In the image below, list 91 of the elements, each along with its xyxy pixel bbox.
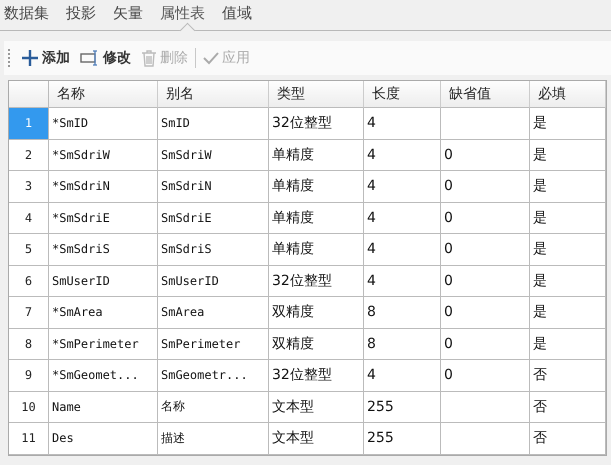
table-cell: 8 <box>364 297 441 328</box>
table-cell: 文本型 <box>269 392 364 423</box>
table-cell: 0 <box>441 266 530 297</box>
table-cell: 是 <box>530 171 606 202</box>
column-header[interactable]: 必填 <box>530 81 606 108</box>
table-cell: 单精度 <box>269 234 364 266</box>
table-cell: 255 <box>364 423 441 454</box>
table-cell: 单精度 <box>269 171 364 202</box>
table-cell: 是 <box>530 140 606 171</box>
table-cell: 否 <box>530 360 606 392</box>
checkmark-icon <box>203 51 219 65</box>
table-cell: 是 <box>530 234 606 266</box>
tab[interactable]: 矢量 <box>113 0 152 30</box>
table-cell: *SmArea <box>49 297 158 328</box>
tab[interactable]: 数据集 <box>4 0 58 30</box>
table-cell: 255 <box>364 392 441 423</box>
edit-button[interactable]: 修改 <box>77 47 134 69</box>
table-cell: 否 <box>530 392 606 423</box>
table-cell: SmPerimeter <box>158 328 269 360</box>
table-cell: 描述 <box>158 423 269 454</box>
table-cell: 双精度 <box>269 297 364 328</box>
row-header[interactable]: 10 <box>9 392 49 423</box>
table-cell: 4 <box>364 360 441 392</box>
table-cell: SmID <box>158 108 269 140</box>
tab[interactable]: 属性表 <box>160 0 214 30</box>
table-cell: 0 <box>441 171 530 202</box>
table-cell: *SmPerimeter <box>49 328 158 360</box>
table-cell: 是 <box>530 202 606 234</box>
table-cell: 4 <box>364 266 441 297</box>
table-cell: *SmGeomet... <box>49 360 158 392</box>
table-cell: SmUserID <box>49 266 158 297</box>
column-header[interactable]: 长度 <box>364 81 441 108</box>
table-cell: SmSdriW <box>158 140 269 171</box>
table-cell: 32位整型 <box>269 360 364 392</box>
table-cell: 是 <box>530 108 606 140</box>
row-header[interactable]: 2 <box>9 140 49 171</box>
column-header[interactable]: 缺省值 <box>441 81 530 108</box>
plus-icon <box>21 49 39 67</box>
row-header[interactable]: 3 <box>9 171 49 202</box>
table-cell: 是 <box>530 266 606 297</box>
table-cell: 0 <box>441 360 530 392</box>
table-cell: Des <box>49 423 158 454</box>
table-cell: SmGeometr... <box>158 360 269 392</box>
table-cell: 文本型 <box>269 423 364 454</box>
table-cell: 32位整型 <box>269 108 364 140</box>
table-cell: Name <box>49 392 158 423</box>
table-cell: 单精度 <box>269 202 364 234</box>
column-header[interactable]: 名称 <box>49 81 158 108</box>
table-cell: 双精度 <box>269 328 364 360</box>
text-cursor-icon <box>80 50 100 66</box>
table-cell: *SmSdriE <box>49 202 158 234</box>
table-cell: 0 <box>441 328 530 360</box>
column-header[interactable]: 别名 <box>158 81 269 108</box>
row-header[interactable]: 7 <box>9 297 49 328</box>
tab[interactable]: 值域 <box>222 0 261 30</box>
row-header[interactable]: 8 <box>9 328 49 360</box>
table-cell: 32位整型 <box>269 266 364 297</box>
table-cell: SmSdriS <box>158 234 269 266</box>
table-cell: 是 <box>530 328 606 360</box>
table-cell: 4 <box>364 108 441 140</box>
column-header[interactable]: 类型 <box>269 81 364 108</box>
table-cell: 4 <box>364 140 441 171</box>
table-cell: 4 <box>364 202 441 234</box>
row-header[interactable]: 11 <box>9 423 49 454</box>
table-cell: SmSdriN <box>158 171 269 202</box>
grip-icon[interactable] <box>8 49 12 67</box>
row-header[interactable]: 5 <box>9 234 49 266</box>
table-cell: *SmSdriW <box>49 140 158 171</box>
table-cell: 8 <box>364 328 441 360</box>
table-cell: 0 <box>441 234 530 266</box>
table-cell: 否 <box>530 423 606 454</box>
table-cell: 是 <box>530 297 606 328</box>
table-cell: 0 <box>441 140 530 171</box>
table-cell: *SmID <box>49 108 158 140</box>
table-cell: 单精度 <box>269 140 364 171</box>
row-header[interactable]: 9 <box>9 360 49 392</box>
row-header[interactable]: 6 <box>9 266 49 297</box>
table-cell: SmUserID <box>158 266 269 297</box>
table-cell: SmArea <box>158 297 269 328</box>
row-header[interactable]: 4 <box>9 202 49 234</box>
table-cell: 4 <box>364 234 441 266</box>
tab[interactable]: 投影 <box>66 0 105 30</box>
table-cell: 0 <box>441 202 530 234</box>
add-button[interactable]: 添加 <box>18 47 73 69</box>
table-cell: *SmSdriS <box>49 234 158 266</box>
trash-icon <box>141 49 157 67</box>
table-cell: 名称 <box>158 392 269 423</box>
table-cell: SmSdriE <box>158 202 269 234</box>
table-cell: *SmSdriN <box>49 171 158 202</box>
table-cell: 4 <box>364 171 441 202</box>
table-cell: 0 <box>441 297 530 328</box>
